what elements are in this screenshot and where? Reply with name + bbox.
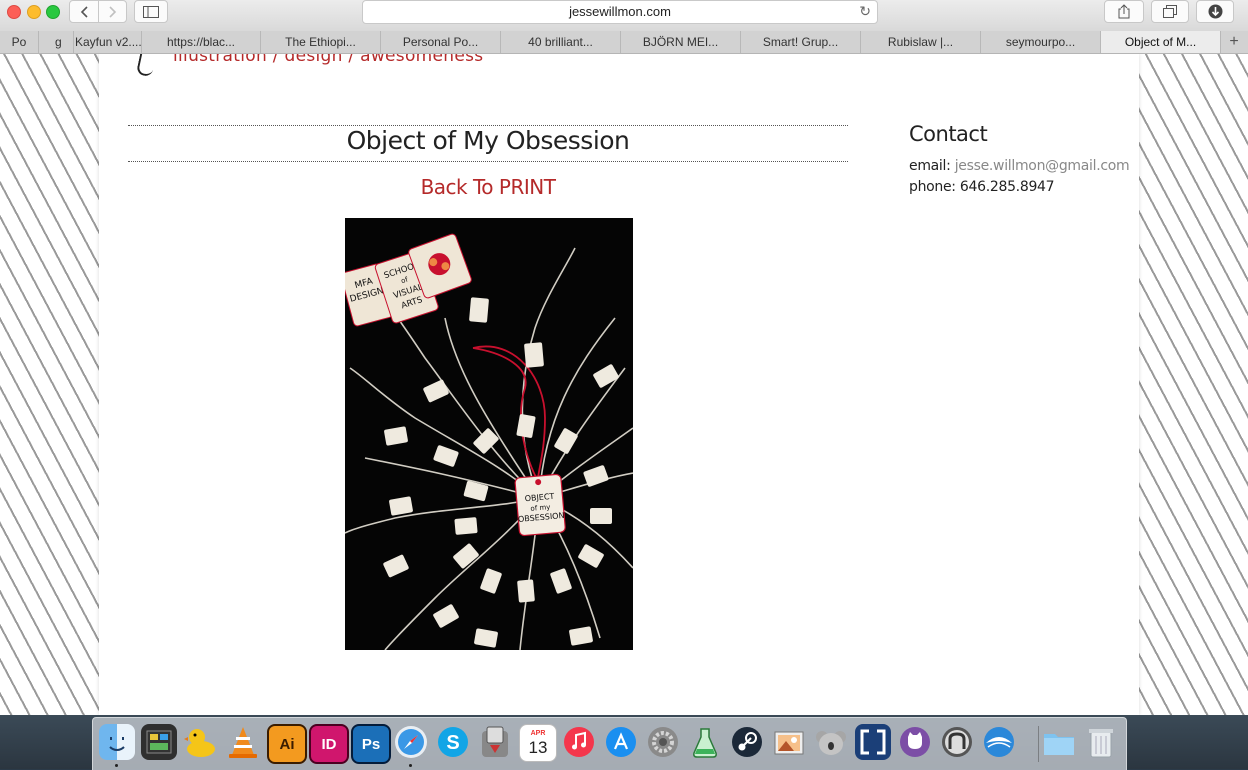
web-page: illustration / design / awesomeness Obje… [0,54,1248,715]
tab[interactable]: https://blac... [142,31,261,53]
svg-text:S: S [446,732,459,754]
artwork-image: OBJECT of my OBSESSION MFA DESIGN SCHOOL… [345,218,633,650]
brackets-icon[interactable] [855,724,891,760]
chevron-left-icon [80,5,88,18]
calendar-day: 13 [528,737,548,757]
illustrator-icon[interactable]: Ai [267,724,307,764]
skype-icon[interactable]: S [435,724,471,760]
preview-icon[interactable] [771,724,807,760]
share-icon [1118,4,1130,19]
calendar-month: APR [530,729,546,737]
tab[interactable]: 40 brilliant... [501,31,621,53]
email-label: email: [909,158,951,174]
phone-number: 646.285.8947 [959,179,1055,195]
download-icon [1208,4,1222,19]
minimize-window-button[interactable] [27,5,41,19]
safari-icon[interactable] [393,724,429,760]
forward-button[interactable] [97,1,126,22]
dock-separator [1038,726,1039,762]
dock: Ai ID Ps S APR 13 [92,717,1127,770]
itunes-icon[interactable] [561,724,597,760]
content-column: illustration / design / awesomeness Obje… [99,54,1139,715]
show-all-tabs-button[interactable] [1151,0,1189,23]
github-icon[interactable] [897,724,933,760]
vlc-icon[interactable] [225,724,261,760]
share-button[interactable] [1104,0,1144,23]
title-divider-bottom [128,161,848,162]
downloads-button[interactable] [1196,0,1234,23]
page-title: Object of My Obsession [346,126,630,155]
contact-email-row: email: jesse.willmon@gmail.com [909,158,1130,174]
safari-running-indicator [409,764,412,767]
finder-icon[interactable] [99,724,135,760]
logo-mark[interactable] [135,54,159,78]
tab[interactable]: The Ethiopi... [261,31,381,53]
trash-icon[interactable] [1083,724,1119,760]
dashboard-icon[interactable] [141,724,177,760]
migration-icon[interactable] [477,724,513,760]
back-to-print-link[interactable]: Back To PRINT [128,175,848,199]
finder-running-indicator [115,764,118,767]
app-store-icon[interactable] [603,724,639,760]
tab-active[interactable]: Object of M... [1101,31,1221,53]
tab[interactable]: Personal Po... [381,31,501,53]
tab[interactable]: Kayfun v2.... [75,31,142,53]
contact-phone-row: phone: 646.285.8947 [909,179,1055,195]
phone-label: phone: [909,179,956,195]
steam-icon[interactable] [729,724,765,760]
zoom-window-button[interactable] [46,5,60,19]
close-window-button[interactable] [7,5,21,19]
potion-icon[interactable] [687,724,723,760]
tab[interactable]: BJÖRN MEI... [621,31,741,53]
cyberduck-icon[interactable] [183,724,219,760]
calendar-icon[interactable]: APR 13 [519,724,557,762]
tab[interactable]: seymourpo... [981,31,1101,53]
indesign-icon[interactable]: ID [309,724,349,764]
navigation-buttons [69,0,127,23]
address-bar[interactable]: jessewillmon.com ↻ [362,0,878,24]
browser-toolbar: jessewillmon.com ↻ [0,0,1248,32]
photoshop-icon[interactable]: Ps [351,724,391,764]
sequel-pro-icon[interactable] [939,724,975,760]
tab[interactable]: Po [0,31,39,53]
system-preferences-icon[interactable] [645,724,681,760]
koala-icon[interactable] [813,724,849,760]
folder-icon[interactable] [1041,724,1077,760]
tab[interactable]: Rubislaw |... [861,31,981,53]
contact-heading: Contact [909,122,988,146]
tab-bar: Po g Kayfun v2.... https://blac... The E… [0,31,1248,54]
back-button[interactable] [71,1,98,22]
tabs-overview-icon [1163,5,1177,18]
sidebar-toggle-button[interactable] [134,0,168,23]
email-link[interactable]: jesse.willmon@gmail.com [955,158,1130,174]
new-tab-button[interactable]: + [1220,31,1248,53]
wunderlist-icon[interactable] [981,724,1017,760]
site-tagline: illustration / design / awesomeness [173,54,484,66]
reload-icon[interactable]: ↻ [859,3,871,20]
tab[interactable]: Smart! Grup... [741,31,861,53]
chevron-right-icon [108,5,116,18]
sidebar-icon [143,5,159,18]
tab[interactable]: g [39,31,74,53]
url-text: jessewillmon.com [569,4,671,19]
